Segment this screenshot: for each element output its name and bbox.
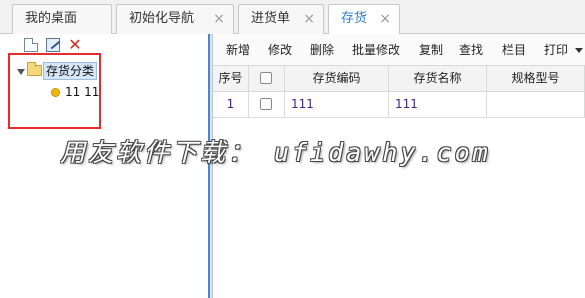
- tab-my-desktop[interactable]: 我的桌面: [12, 4, 112, 34]
- edit-icon[interactable]: [46, 38, 60, 52]
- tab-label: 初始化导航: [129, 11, 195, 26]
- print-button[interactable]: 打印: [544, 34, 568, 66]
- batch-modify-button[interactable]: 批量修改: [352, 34, 400, 66]
- new-file-icon[interactable]: [24, 38, 38, 52]
- tab-purchase-order[interactable]: 进货单 ×: [238, 4, 324, 34]
- close-icon[interactable]: ×: [379, 5, 391, 33]
- tab-bar: 我的桌面 初始化导航 × 进货单 × 存货 ×: [0, 0, 585, 35]
- delete-button[interactable]: 删除: [310, 34, 334, 66]
- chevron-down-icon[interactable]: [575, 48, 583, 53]
- tab-inventory[interactable]: 存货 ×: [328, 4, 400, 35]
- tab-init-guide[interactable]: 初始化导航 ×: [116, 4, 234, 34]
- header-spec[interactable]: 规格型号: [487, 66, 585, 91]
- add-button[interactable]: 新增: [226, 34, 250, 66]
- header-code[interactable]: 存货编码: [285, 66, 389, 91]
- watermark-text: 用友软件下载： ufidawhy.com: [60, 138, 491, 167]
- tab-label: 存货: [341, 11, 368, 26]
- list-toolbar: 新增 修改 删除 批量修改 复制 查找 栏目 打印: [213, 34, 585, 66]
- close-icon[interactable]: ×: [213, 5, 225, 33]
- header-select-all[interactable]: [249, 66, 285, 91]
- header-index: 序号: [213, 66, 249, 91]
- table-row[interactable]: 1 111 111: [213, 92, 585, 118]
- row-index: 1: [213, 92, 249, 117]
- annotation-highlight-box: [8, 53, 101, 129]
- find-button[interactable]: 查找: [459, 34, 483, 66]
- grid-header-row: 序号 存货编码 存货名称 规格型号: [213, 66, 585, 92]
- close-icon[interactable]: ×: [303, 5, 315, 33]
- row-code: 111: [285, 92, 389, 117]
- header-name[interactable]: 存货名称: [389, 66, 487, 91]
- row-select[interactable]: [249, 92, 285, 117]
- tab-label: 进货单: [251, 11, 291, 26]
- row-name: 111: [389, 92, 487, 117]
- tab-label: 我的桌面: [25, 11, 78, 26]
- row-spec: [487, 92, 585, 117]
- delete-icon[interactable]: ✕: [68, 37, 82, 53]
- columns-button[interactable]: 栏目: [502, 34, 526, 66]
- checkbox[interactable]: [260, 98, 272, 110]
- checkbox[interactable]: [260, 72, 272, 84]
- copy-button[interactable]: 复制: [419, 34, 443, 66]
- modify-button[interactable]: 修改: [268, 34, 292, 66]
